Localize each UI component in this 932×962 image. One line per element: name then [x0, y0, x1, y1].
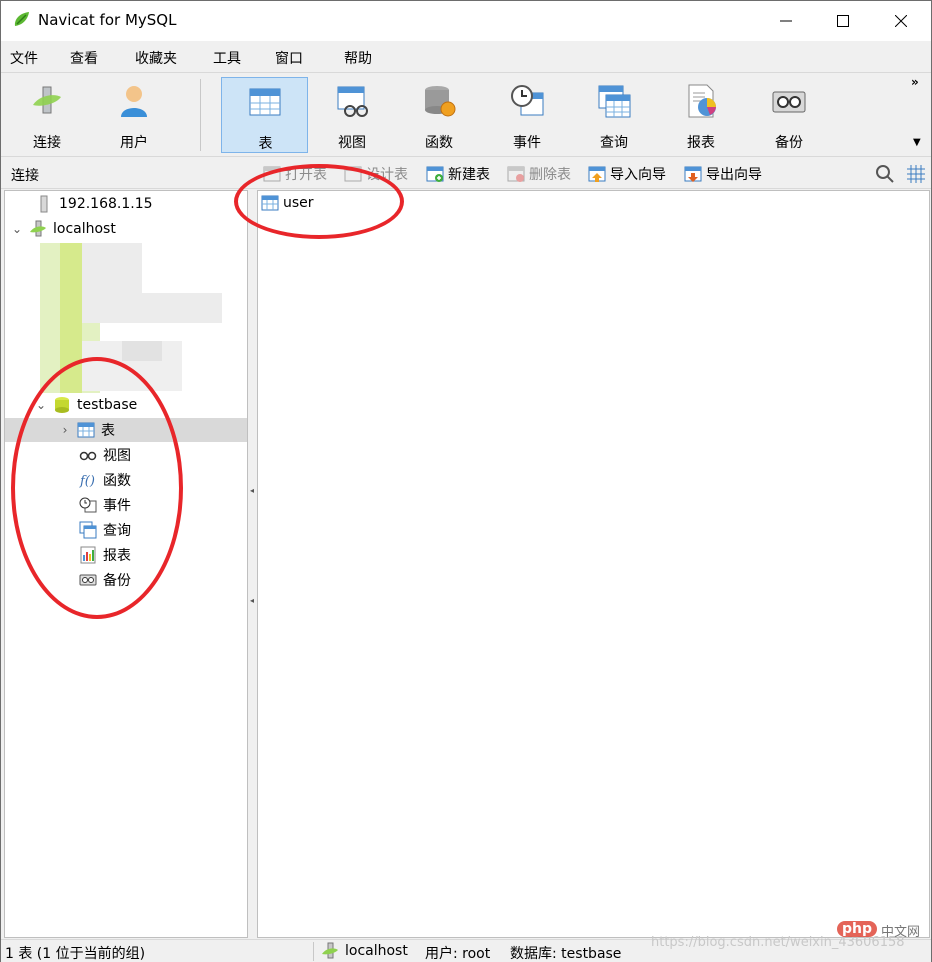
import-wizard-button[interactable]: 导入向导 — [588, 163, 666, 185]
connection-icon — [33, 86, 61, 114]
status-separator — [313, 942, 314, 961]
menu-favorites[interactable]: 收藏夹 — [135, 48, 177, 68]
minimize-button[interactable] — [757, 1, 815, 41]
toolbar-table-button[interactable]: 表 — [221, 77, 308, 153]
app-window: Navicat for MySQL 文件 查看 收藏夹 工具 窗口 帮助 连接 — [0, 0, 932, 962]
connection-icon — [30, 220, 46, 237]
toolbar-function-button[interactable]: 函数 — [401, 77, 477, 153]
new-table-button[interactable]: 新建表 — [426, 163, 490, 185]
status-database: 数据库: testbase — [510, 946, 622, 962]
window-title: Navicat for MySQL — [38, 11, 177, 29]
object-toolbar: 连接 打开表 设计表 新建表 删除表 导入向导 导出向导 — [1, 158, 931, 189]
annotation-ellipse-user — [234, 164, 404, 239]
table-icon — [249, 88, 281, 116]
server-icon — [40, 195, 48, 213]
toolbar-dropdown-icon[interactable]: ▼ — [913, 137, 921, 148]
report-icon — [688, 84, 716, 118]
tree-connection-localhost[interactable]: ⌄ localhost — [11, 217, 116, 241]
watermark-url: https://blog.csdn.net/weixin_43606158 — [651, 935, 905, 950]
menu-bar: 文件 查看 收藏夹 工具 窗口 帮助 — [1, 41, 931, 73]
menu-help[interactable]: 帮助 — [344, 48, 372, 68]
status-user: 用户: root — [425, 946, 491, 962]
toolbar-connection-button[interactable]: 连接 — [9, 77, 85, 153]
function-icon — [425, 86, 456, 117]
import-wizard-icon — [588, 166, 606, 182]
chevron-down-icon[interactable]: ⌄ — [11, 222, 23, 236]
backup-icon — [772, 91, 806, 113]
splitter-grip-top: ◂ — [250, 486, 255, 495]
connection-section-label: 连接 — [11, 168, 39, 184]
menu-view[interactable]: 查看 — [70, 48, 98, 68]
new-table-icon — [426, 166, 444, 182]
export-wizard-icon — [684, 166, 702, 182]
maximize-button[interactable] — [814, 1, 872, 41]
toolbar-backup-button[interactable]: 备份 — [751, 77, 827, 153]
watermark-logo: php — [837, 921, 878, 937]
tree-connection-192-168-1-15[interactable]: 192.168.1.15 — [35, 192, 153, 216]
grid-view-icon[interactable] — [906, 164, 926, 184]
status-summary: 1 表 (1 位于当前的组) — [5, 946, 146, 962]
status-connection: localhost — [321, 942, 408, 960]
object-list-pane: user — [257, 190, 930, 938]
toolbar-view-button[interactable]: 视图 — [314, 77, 390, 153]
user-icon — [121, 86, 147, 117]
toolbar-user-button[interactable]: 用户 — [96, 77, 172, 153]
main-toolbar: 连接 用户 表 视图 函数 事件 查询 报表 备份 » ▼ — [1, 73, 931, 157]
delete-table-icon — [507, 166, 525, 182]
toolbar-separator — [200, 79, 201, 151]
minimize-icon — [780, 20, 792, 22]
search-icon[interactable] — [875, 164, 895, 184]
menu-file[interactable]: 文件 — [10, 48, 38, 68]
view-icon — [337, 86, 368, 117]
menu-tools[interactable]: 工具 — [213, 48, 241, 68]
close-button[interactable] — [872, 1, 930, 41]
toolbar-event-button[interactable]: 事件 — [489, 77, 565, 153]
annotation-ellipse-tree — [11, 357, 183, 619]
navicat-logo-icon — [14, 12, 29, 26]
toolbar-query-button[interactable]: 查询 — [576, 77, 652, 153]
title-bar: Navicat for MySQL — [1, 1, 931, 41]
watermark-cn: 中文网 — [881, 925, 921, 940]
event-icon — [511, 85, 544, 116]
delete-table-button[interactable]: 删除表 — [507, 163, 571, 185]
query-icon — [598, 85, 631, 118]
blurred-region — [122, 341, 162, 361]
maximize-icon — [837, 15, 849, 27]
toolbar-overflow-button[interactable]: » — [911, 75, 919, 89]
close-icon — [895, 15, 907, 27]
pane-splitter[interactable]: ◂ ◂ — [248, 190, 257, 938]
splitter-grip-bottom: ◂ — [250, 596, 255, 605]
connection-icon — [322, 942, 338, 959]
menu-window[interactable]: 窗口 — [275, 48, 303, 68]
export-wizard-button[interactable]: 导出向导 — [684, 163, 762, 185]
blurred-region — [82, 293, 222, 323]
toolbar-report-button[interactable]: 报表 — [663, 77, 739, 153]
